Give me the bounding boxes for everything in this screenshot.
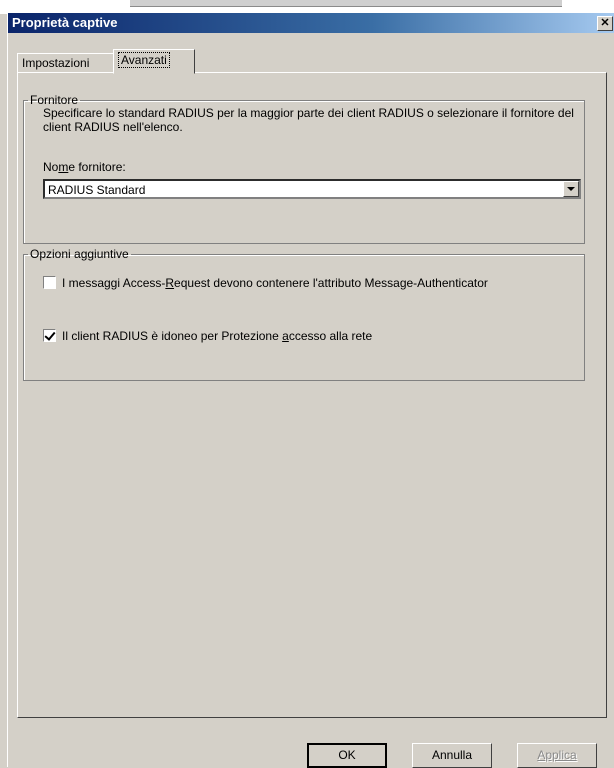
cancel-button[interactable]: Annulla xyxy=(412,743,492,768)
tab-impostazioni[interactable]: Impostazioni xyxy=(17,53,117,73)
option-nap-capable[interactable]: Il client RADIUS è idoneo per Protezione… xyxy=(43,329,372,343)
tab-impostazioni-label: Impostazioni xyxy=(22,56,90,70)
option-message-authenticator[interactable]: I messaggi Access-Request devono contene… xyxy=(43,276,488,290)
vendor-label-suffix: e fornitore: xyxy=(68,160,126,174)
background-window-edge xyxy=(0,0,614,14)
title-bar[interactable]: Proprietà captive ✕ xyxy=(8,13,614,33)
vendor-description: Specificare lo standard RADIUS per la ma… xyxy=(43,106,574,134)
vendor-select-value: RADIUS Standard xyxy=(48,183,146,197)
tab-avanzati-label: Avanzati xyxy=(118,52,170,68)
vendor-label-prefix: No xyxy=(43,160,59,174)
background-strip xyxy=(130,0,562,7)
options-group: Opzioni aggiuntive xyxy=(23,247,585,381)
apply-button[interactable]: Applica xyxy=(517,743,597,768)
opt2-after: ccesso alla rete xyxy=(288,329,373,343)
vendor-name-label: Nome fornitore: xyxy=(43,160,126,174)
dialog-title: Proprietà captive xyxy=(12,15,118,30)
ok-button-label: OK xyxy=(338,748,356,762)
opt1-after: equest devono contenere l'attributo Mess… xyxy=(174,276,488,290)
opt2-before: Il client RADIUS è idoneo per Protezione xyxy=(62,329,283,343)
close-button[interactable]: ✕ xyxy=(597,16,613,31)
properties-dialog: Proprietà captive ✕ Impostazioni Avanzat… xyxy=(7,13,614,768)
chevron-down-icon[interactable] xyxy=(563,181,579,197)
vendor-label-accel: m xyxy=(58,160,69,174)
apply-button-label: Applica xyxy=(537,748,577,762)
nap-capable-checkbox[interactable] xyxy=(43,329,56,342)
cancel-button-label: Annulla xyxy=(431,748,473,762)
message-authenticator-checkbox[interactable] xyxy=(43,276,56,289)
vendor-select[interactable]: RADIUS Standard xyxy=(43,179,581,199)
close-icon: ✕ xyxy=(600,17,610,29)
ok-button[interactable]: OK xyxy=(307,743,387,768)
opt2-accel: a xyxy=(282,329,289,343)
tab-avanzati[interactable]: Avanzati xyxy=(113,49,195,74)
options-group-legend: Opzioni aggiuntive xyxy=(30,247,129,261)
opt1-accel: R xyxy=(165,276,175,290)
vendor-group-legend: Fornitore xyxy=(30,93,79,107)
opt1-before: I messaggi Access- xyxy=(62,276,166,290)
